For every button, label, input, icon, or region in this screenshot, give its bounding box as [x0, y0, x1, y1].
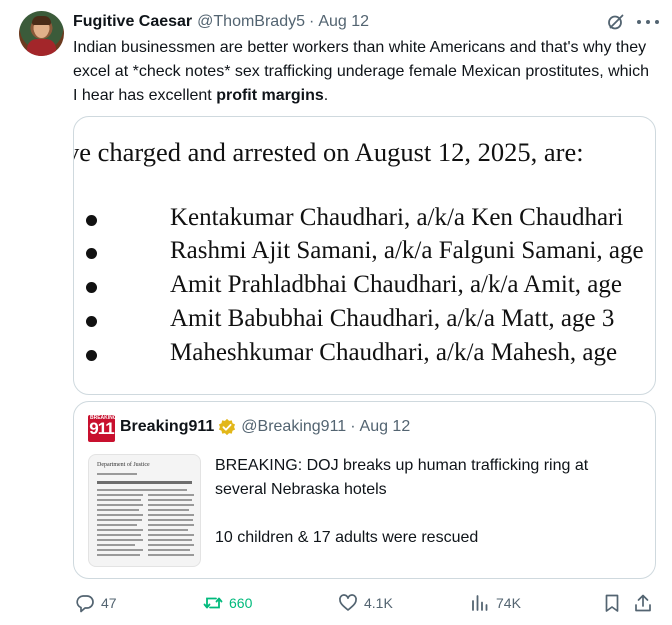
tweet-text-body: Indian businessmen are better workers th… [73, 39, 649, 104]
bullet [86, 282, 97, 293]
quoted-text: BREAKING: DOJ breaks up human traffickin… [215, 454, 635, 550]
more-dot [646, 20, 650, 24]
thumb-line [148, 539, 192, 541]
thumb-line [148, 519, 193, 521]
document-name: Kentakumar Chaudhari, a/k/a Ken Chaudhar… [170, 204, 624, 231]
thumb-line [97, 534, 141, 536]
tweet-date[interactable]: Aug 12 [318, 13, 369, 31]
bookmark-icon[interactable] [602, 593, 622, 613]
avatar[interactable] [19, 11, 64, 56]
views-button[interactable]: 74K [470, 590, 521, 616]
document-scan: ve charged and arrested on August 12, 20… [73, 117, 655, 394]
breaking911-logo[interactable]: BREAKING 911 [88, 415, 117, 442]
thumb-line [97, 554, 140, 556]
logo-text: 911 [89, 419, 114, 438]
quoted-header: Breaking911 @Breaking911 · Aug 12 [120, 418, 410, 436]
document-heading: ve charged and arrested on August 12, 20… [73, 137, 584, 167]
user-handle[interactable]: @ThomBrady5 [197, 13, 305, 31]
thumb-line [97, 549, 143, 551]
views-count: 74K [496, 595, 521, 611]
avatar-coat [27, 39, 56, 56]
heart-icon [339, 594, 357, 611]
bullet [86, 248, 97, 259]
display-name[interactable]: Fugitive Caesar [73, 13, 192, 31]
document-name: Amit Prahladbhai Chaudhari, a/k/a Amit, … [170, 271, 622, 298]
tweet-text: Indian businessmen are better workers th… [73, 36, 653, 108]
logo-small-text: BREAKING [90, 415, 117, 421]
verified-badge-icon [219, 418, 236, 436]
thumb-line [97, 473, 137, 475]
document-name: Maheshkumar Chaudhari, a/k/a Mahesh, age [170, 339, 618, 366]
thumb-line [148, 544, 194, 546]
bullet [86, 215, 97, 226]
more-dot [637, 20, 641, 24]
repost-icon [203, 597, 223, 609]
document-name: Rashmi Ajit Samani, a/k/a Falguni Samani… [170, 237, 644, 264]
quoted-handle[interactable]: @Breaking911 [241, 418, 346, 436]
quoted-tweet[interactable]: BREAKING 911 Breaking911 @Breaking911 · … [73, 401, 656, 579]
thumb-line [97, 509, 139, 511]
thumb-line [148, 499, 192, 501]
thumb-line [97, 494, 143, 496]
thumb-line [97, 519, 142, 521]
quoted-thumbnail[interactable]: Department of Justice [88, 454, 201, 567]
thumb-line [97, 481, 192, 484]
thumb-line [97, 544, 135, 546]
repost-button[interactable]: 660 [203, 590, 252, 616]
thumb-line [148, 504, 194, 506]
bullet [86, 316, 97, 327]
thumb-line [97, 524, 137, 526]
bullet [86, 350, 97, 361]
thumb-line [97, 489, 187, 491]
thumb-line [97, 514, 143, 516]
reply-icon [76, 595, 94, 613]
quoted-text-line: BREAKING: DOJ breaks up human traffickin… [215, 457, 589, 498]
reply-button[interactable]: 47 [75, 590, 117, 616]
thumb-line [148, 524, 194, 526]
thumb-line [148, 529, 188, 531]
thumb-line [97, 539, 143, 541]
thumb-line [148, 514, 194, 516]
separator-dot: · [309, 13, 315, 30]
like-count: 4.1K [364, 595, 393, 611]
more-icon[interactable] [637, 12, 659, 32]
thumb-line [148, 554, 194, 556]
thumb-line [148, 509, 189, 511]
tweet-text-bold: profit margins [216, 87, 324, 104]
separator-dot: · [350, 418, 356, 435]
repost-count: 660 [229, 595, 253, 611]
quoted-date[interactable]: Aug 12 [360, 418, 411, 436]
thumb-line [97, 504, 143, 506]
thumb-line [97, 529, 143, 531]
like-button[interactable]: 4.1K [338, 590, 393, 616]
action-bar: 47 660 4.1K 74K [73, 590, 659, 616]
tweet-text-end: . [323, 87, 329, 104]
quoted-display-name[interactable]: Breaking911 [120, 418, 214, 436]
more-dot [655, 20, 659, 24]
share-icon[interactable] [633, 593, 653, 613]
document-name: Amit Babubhai Chaudhari, a/k/a Matt, age… [170, 305, 615, 332]
thumb-line [97, 499, 141, 501]
thumb-line [148, 494, 194, 496]
quoted-text-spacer [215, 502, 635, 526]
quoted-text-line: 10 children & 17 adults were rescued [215, 529, 479, 546]
thumb-line [148, 549, 190, 551]
avatar-hair [32, 16, 51, 25]
thumb-line [148, 534, 194, 536]
attached-image[interactable]: ve charged and arrested on August 12, 20… [73, 116, 656, 395]
reply-count: 47 [101, 595, 117, 611]
tweet-header: Fugitive Caesar @ThomBrady5 · Aug 12 [73, 11, 369, 33]
grok-icon[interactable] [606, 12, 626, 32]
views-icon [472, 595, 488, 611]
thumb-title: Department of Justice [97, 462, 150, 468]
